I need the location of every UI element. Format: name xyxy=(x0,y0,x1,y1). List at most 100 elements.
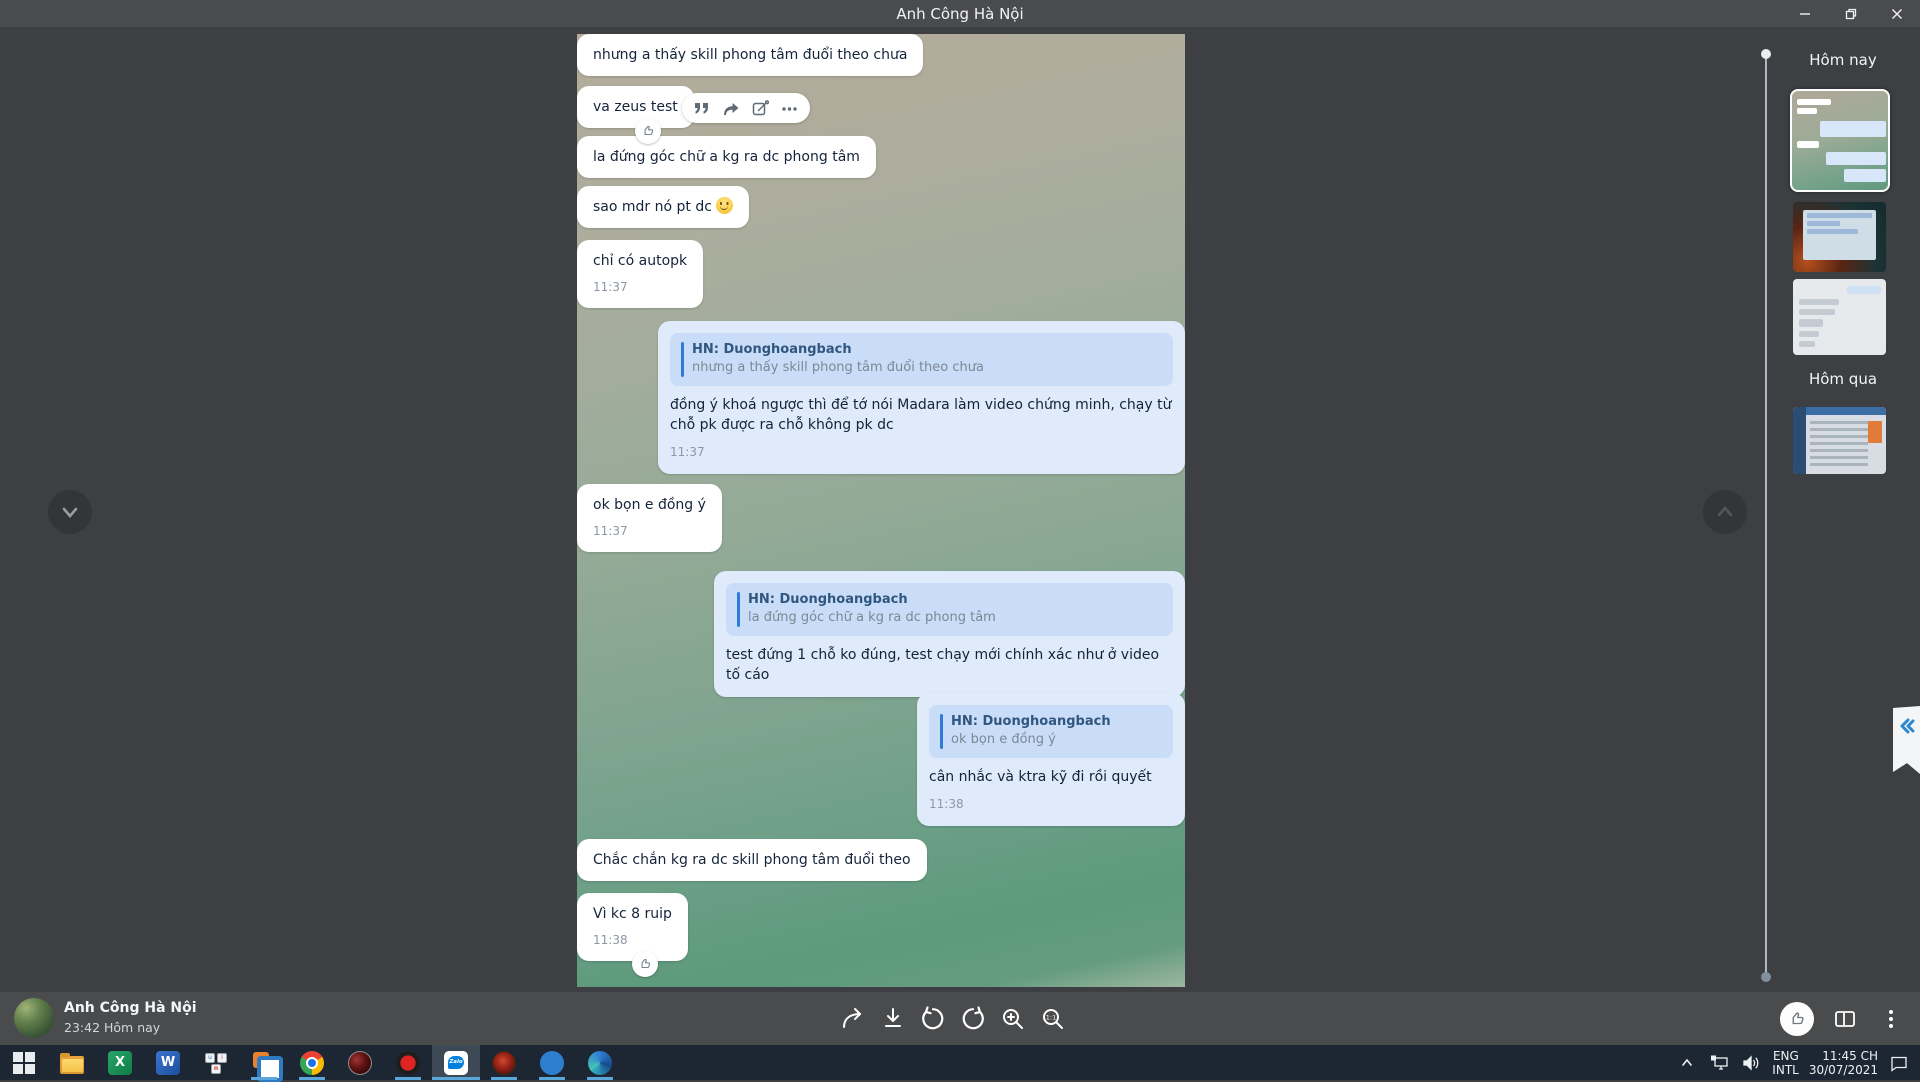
quoted-text: la đứng góc chữ a kg ra dc phong tâm xyxy=(748,609,1161,627)
download-icon xyxy=(879,1005,907,1033)
game-icon xyxy=(492,1051,516,1075)
message-text: Vì kc 8 ruip xyxy=(593,906,672,922)
taskbar-word-icon[interactable]: W xyxy=(144,1045,192,1080)
restore-icon xyxy=(1845,8,1857,20)
message-text: đồng ý khoá ngược thì để tớ nói Madara l… xyxy=(670,395,1173,435)
taskbar-game-icon[interactable] xyxy=(480,1045,528,1080)
chat-message: va zeus test xyxy=(577,86,694,128)
zoom-in-button[interactable] xyxy=(998,1004,1028,1034)
sender-name: Anh Công Hà Nội xyxy=(64,1000,197,1016)
nav-next-button[interactable] xyxy=(1703,490,1747,534)
message-time: 11:38 xyxy=(929,794,1173,814)
minimize-button[interactable] xyxy=(1782,0,1828,27)
taskbar-dark-orb-icon[interactable] xyxy=(336,1045,384,1080)
window-title: Anh Công Hà Nội xyxy=(896,5,1023,23)
section-label-yesterday: Hôm qua xyxy=(1766,370,1920,388)
taskbar-recorder-icon[interactable] xyxy=(384,1045,432,1080)
chevron-up-icon xyxy=(1711,498,1739,526)
sender-avatar[interactable] xyxy=(14,998,54,1038)
language-indicator[interactable]: ENGINTL xyxy=(1772,1049,1799,1077)
taskbar-remote-viewer-icon[interactable] xyxy=(528,1045,576,1080)
like-button[interactable] xyxy=(1780,1002,1814,1036)
taskbar-windows-start-icon[interactable] xyxy=(0,1045,48,1080)
chat-message: sao mdr nó pt dc xyxy=(577,186,749,228)
remote-viewer-icon xyxy=(540,1051,564,1075)
zoom-actual-size-button[interactable]: 1:1 xyxy=(1038,1004,1068,1034)
rotate-right-button[interactable] xyxy=(958,1004,988,1034)
taskbar-file-explorer-icon[interactable] xyxy=(48,1045,96,1080)
chat-message-with-quote: HN: Duonghoangbachla đứng góc chữ a kg r… xyxy=(714,571,1185,697)
taskbar-chrome-icon[interactable] xyxy=(288,1045,336,1080)
message-time: 11:38 xyxy=(593,930,672,950)
thumbnail-photo-3[interactable] xyxy=(1793,279,1886,355)
quote-icon xyxy=(694,102,710,115)
chevron-up-icon xyxy=(1680,1056,1694,1070)
share-icon xyxy=(839,1005,867,1033)
rotate-cw-icon xyxy=(959,1005,987,1033)
word-icon: W xyxy=(156,1051,180,1075)
sent-time: 23:42 Hôm nay xyxy=(64,1020,160,1035)
quoted-message: HN: Duonghoangbachnhưng a thấy skill pho… xyxy=(670,333,1173,386)
thumbnail-photo-4[interactable] xyxy=(1793,407,1886,474)
message-text: nhưng a thấy skill phong tâm đuổi theo c… xyxy=(593,47,907,63)
share-button[interactable] xyxy=(838,1004,868,1034)
message-bubble: chỉ có autopk11:37 xyxy=(577,240,703,308)
rotate-left-button[interactable] xyxy=(918,1004,948,1034)
taskbar-vmware-icon[interactable] xyxy=(240,1045,288,1080)
chat-message-with-quote: HN: Duonghoangbachnhưng a thấy skill pho… xyxy=(658,321,1185,474)
message-text: sao mdr nó pt dc xyxy=(593,199,712,215)
message-bubble: sao mdr nó pt dc xyxy=(577,186,749,228)
volume-button[interactable] xyxy=(1740,1050,1762,1076)
photo-viewer: nhưng a thấy skill phong tâm đuổi theo c… xyxy=(0,27,1920,992)
close-button[interactable] xyxy=(1874,0,1920,27)
thumbs-up-icon xyxy=(1788,1010,1806,1028)
more-icon xyxy=(781,102,798,115)
split-view-button[interactable] xyxy=(1830,1004,1860,1034)
taskbar-zalo-icon[interactable]: Zalo xyxy=(432,1045,480,1080)
zoom-actual-icon: 1:1 xyxy=(1039,1005,1067,1033)
taskbar-unikey-icon[interactable]: uin xyxy=(192,1045,240,1080)
chat-message: chỉ có autopk11:37 xyxy=(577,240,703,308)
chat-message: nhưng a thấy skill phong tâm đuổi theo c… xyxy=(577,34,923,76)
quoted-text: ok bọn e đồng ý xyxy=(951,731,1161,749)
message-bubble: HN: Duonghoangbachnhưng a thấy skill pho… xyxy=(658,321,1185,474)
quoted-sender-name: HN: Duonghoangbach xyxy=(748,591,1161,609)
message-bubble: va zeus test xyxy=(577,86,694,128)
message-bubble: HN: Duonghoangbachok bọn e đồng ýcân nhắ… xyxy=(917,693,1185,826)
notification-icon xyxy=(1889,1054,1909,1072)
restore-button[interactable] xyxy=(1828,0,1874,27)
message-time: 11:37 xyxy=(670,442,1173,462)
recorder-icon xyxy=(396,1051,420,1075)
message-bubble: ok bọn e đồng ý11:37 xyxy=(577,484,722,552)
message-bubble: Vì kc 8 ruip 11:38 xyxy=(577,893,688,961)
message-text: ok bọn e đồng ý xyxy=(593,497,706,513)
quoted-sender-name: HN: Duonghoangbach xyxy=(951,713,1161,731)
section-label-today: Hôm nay xyxy=(1766,51,1920,69)
network-status-button[interactable] xyxy=(1708,1050,1730,1076)
chevron-down-icon xyxy=(56,498,84,526)
chat-message: la đứng góc chữ a kg ra dc phong tâm xyxy=(577,136,876,178)
download-button[interactable] xyxy=(878,1004,908,1034)
nav-previous-button[interactable] xyxy=(48,490,92,534)
dark-orb-icon xyxy=(348,1051,372,1075)
close-icon xyxy=(1891,8,1903,20)
message-text: test đứng 1 chỗ ko đúng, test chạy mới c… xyxy=(726,645,1173,685)
taskbar-edge-icon[interactable] xyxy=(576,1045,624,1080)
clock[interactable]: 11:45 CH30/07/2021 xyxy=(1809,1049,1878,1077)
action-center-button[interactable] xyxy=(1888,1050,1910,1076)
viewer-toolbar: 1:1 xyxy=(838,992,1068,1045)
more-options-button[interactable] xyxy=(1876,1004,1906,1034)
thumbnail-photo-2[interactable] xyxy=(1793,202,1886,272)
quoted-sender-name: HN: Duonghoangbach xyxy=(692,341,1161,359)
message-hover-toolbar xyxy=(682,93,810,123)
hidden-icons-button[interactable] xyxy=(1676,1050,1698,1076)
thumbnail-current-photo[interactable] xyxy=(1790,89,1890,192)
svg-text:1:1: 1:1 xyxy=(1046,1013,1056,1021)
message-time: 11:37 xyxy=(593,277,687,297)
taskbar-excel-icon[interactable]: X xyxy=(96,1045,144,1080)
message-text: va zeus test xyxy=(593,99,678,115)
system-tray: ENGINTL 11:45 CH30/07/2021 xyxy=(1676,1045,1920,1080)
chat-message: Chắc chắn kg ra dc skill phong tâm đuổi … xyxy=(577,839,927,881)
thumbs-up-icon xyxy=(641,124,655,138)
unikey-icon: uin xyxy=(204,1051,228,1075)
